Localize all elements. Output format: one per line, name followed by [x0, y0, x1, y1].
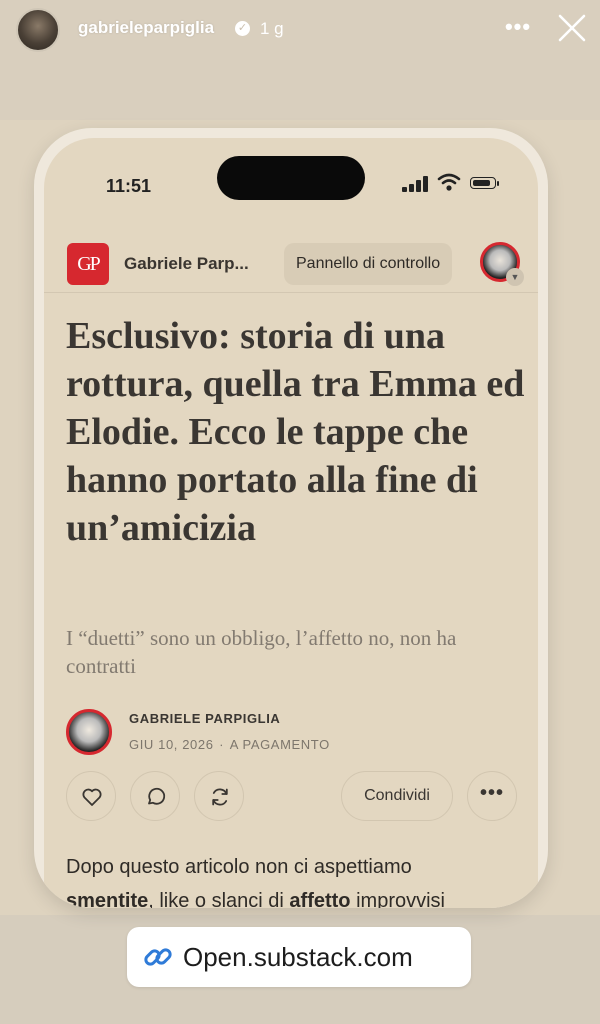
body-bold-2: affetto — [289, 890, 351, 908]
story-header: gabrieleparpiglia ✓ 1 g ••• — [0, 0, 600, 60]
comment-icon — [148, 787, 166, 805]
story-avatar[interactable] — [16, 8, 60, 52]
chevron-down-icon[interactable]: ▼ — [506, 268, 524, 286]
battery-cap — [497, 181, 499, 186]
publication-name[interactable]: Gabriele Parp... — [124, 254, 249, 274]
comment-button[interactable] — [130, 771, 180, 821]
story-time: 1 g — [260, 19, 284, 38]
signal-icon — [402, 176, 430, 192]
restack-button[interactable] — [194, 771, 244, 821]
article-subtitle: I “duetti” sono un obbligo, l’affetto no… — [66, 626, 457, 678]
article-body: Dopo questo articolo non ci aspettiamo s… — [66, 850, 536, 908]
phone-mockup: 11:51 GP Gabriele Parp... Pannello di co… — [34, 128, 548, 908]
article-meta: GIU 10, 2026 ∙ A PAGAMENTO — [129, 737, 330, 752]
body-line-1: Dopo questo articolo non ci aspettiamo — [66, 856, 412, 878]
article-title: Esclusivo: storia di una rottura, quella… — [66, 315, 525, 549]
like-button[interactable] — [66, 771, 116, 821]
meta-separator: ∙ — [219, 737, 224, 752]
story-username[interactable]: gabrieleparpiglia — [78, 18, 214, 38]
dashboard-button[interactable]: Pannello di controllo — [284, 243, 453, 285]
restack-icon — [212, 788, 228, 806]
link-sticker[interactable]: Open.substack.com — [127, 927, 471, 987]
article-date: GIU 10, 2026 — [129, 737, 214, 752]
author-avatar[interactable] — [66, 709, 112, 755]
app-header: GP Gabriele Parp... Pannello di controll… — [44, 230, 538, 293]
link-icon — [143, 942, 173, 972]
share-button[interactable]: Condividi — [341, 771, 453, 821]
verified-badge-icon: ✓ — [235, 21, 250, 36]
more-horizontal-icon[interactable]: ••• — [503, 14, 533, 44]
more-options-button[interactable]: ••• — [467, 771, 517, 821]
heart-icon — [82, 788, 102, 806]
access-label: A PAGAMENTO — [229, 737, 330, 752]
author-name[interactable]: GABRIELE PARPIGLIA — [129, 711, 280, 726]
body-mid: , like o slanci di — [148, 890, 290, 908]
body-tail: improvvisi — [350, 890, 445, 908]
body-bold-1: smentite — [66, 890, 149, 908]
wifi-icon — [437, 172, 461, 192]
status-bar-time: 11:51 — [106, 176, 152, 196]
battery-icon — [470, 177, 496, 189]
phone-screen: 11:51 GP Gabriele Parp... Pannello di co… — [44, 138, 538, 908]
dynamic-island — [217, 156, 365, 200]
link-label: Open.substack.com — [183, 942, 413, 972]
publication-logo[interactable]: GP — [67, 243, 109, 285]
close-icon[interactable] — [556, 12, 588, 44]
